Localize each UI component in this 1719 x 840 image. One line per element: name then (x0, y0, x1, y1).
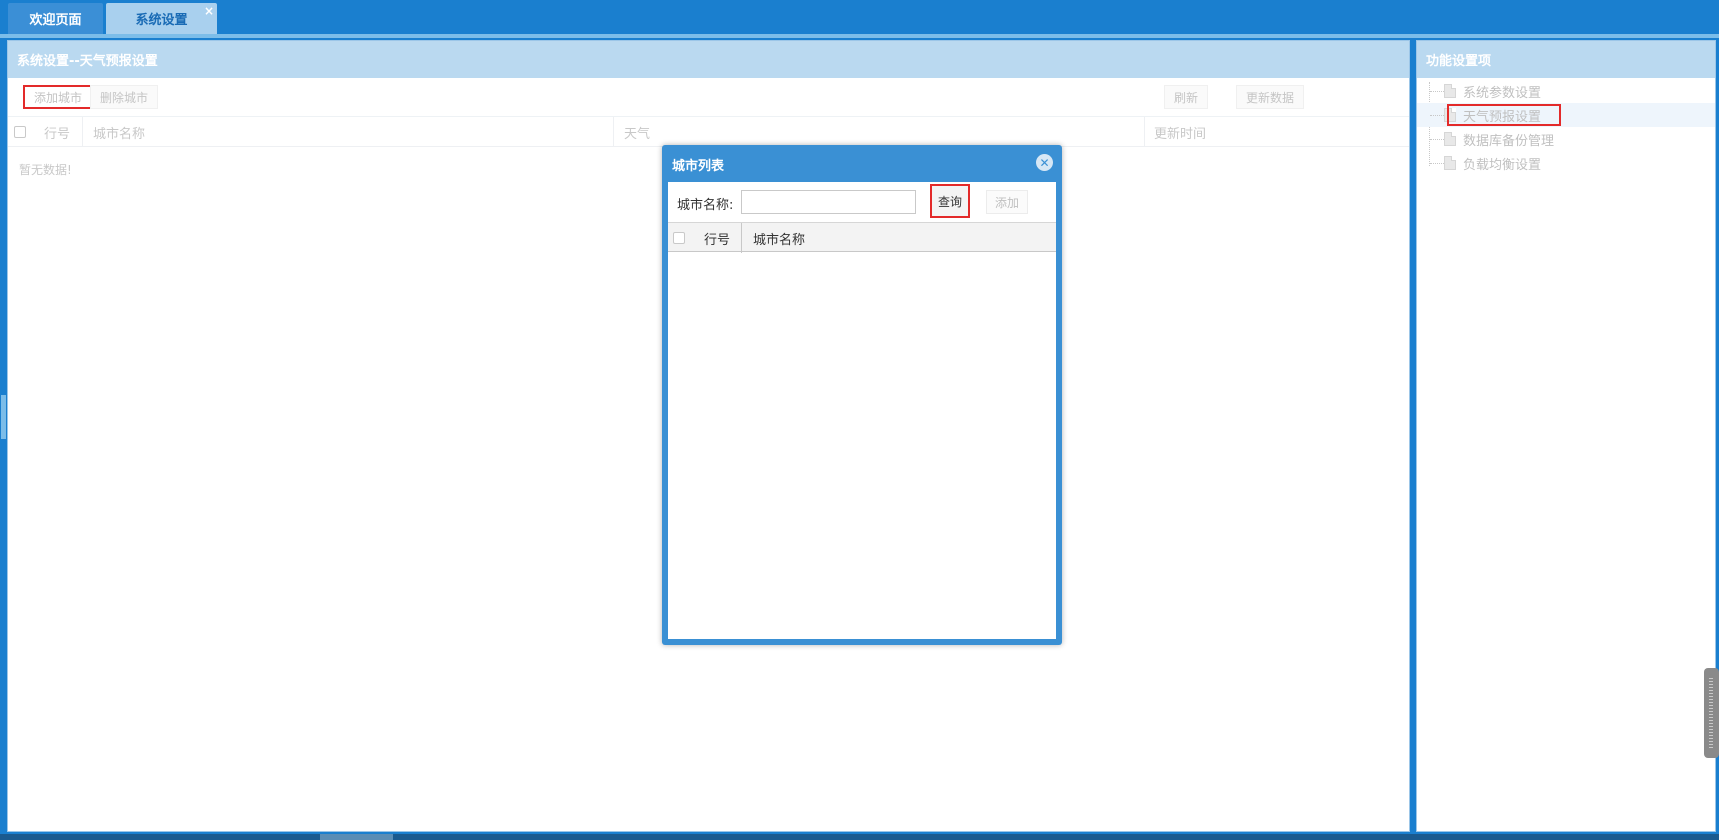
grid-header: 行号 城市名称 天气 更新时间 (8, 117, 1409, 147)
update-data-label: 更新数据 (1246, 90, 1295, 105)
dialog-body: 城市名称: 查询 添加 行号 城市名称 (668, 182, 1056, 639)
tree-branch-line (1430, 91, 1444, 92)
checkbox-icon (673, 232, 685, 244)
dialog-column-header-row-number[interactable]: 行号 (704, 223, 730, 253)
query-button-label: 查询 (937, 194, 962, 209)
tree-item-label: 负载均衡设置 (1463, 157, 1542, 173)
query-button[interactable]: 查询 (930, 184, 970, 218)
column-divider (1144, 117, 1145, 147)
highlight-box (1447, 104, 1561, 126)
tabbar-divider (0, 34, 1719, 38)
bottom-scrollbar (0, 834, 1719, 840)
add-city-label: 添加城市 (34, 90, 83, 105)
column-header-weather[interactable]: 天气 (624, 117, 650, 147)
city-list-dialog: 城市列表 ✕ 城市名称: 查询 添加 行号 城市名称 (662, 145, 1062, 645)
tab-close-icon[interactable]: × (204, 4, 214, 18)
add-button[interactable]: 添加 (986, 190, 1028, 214)
tree-item-label: 系统参数设置 (1463, 85, 1542, 101)
tree-item-system-params[interactable]: 系统参数设置 (1417, 79, 1715, 103)
tree-item-weather-settings[interactable]: 天气预报设置 (1417, 103, 1715, 127)
delete-city-button[interactable]: 删除城市 (90, 85, 159, 109)
column-header-row-number[interactable]: 行号 (44, 117, 70, 147)
select-all-checkbox[interactable] (14, 117, 26, 147)
refresh-label: 刷新 (1174, 90, 1199, 105)
empty-state-text: 暂无数据! (19, 163, 72, 177)
panel-title: 系统设置--天气预报设置 (8, 41, 1409, 78)
column-divider (741, 223, 742, 253)
dialog-title: 城市列表 (672, 159, 725, 174)
tree-item-db-backup[interactable]: 数据库备份管理 (1417, 127, 1715, 151)
document-icon (1444, 132, 1456, 146)
tree-item-label: 数据库备份管理 (1463, 133, 1555, 149)
column-header-city-name[interactable]: 城市名称 (93, 117, 145, 147)
column-divider (82, 117, 83, 147)
toolbar: 添加城市 删除城市 刷新 更新数据 (8, 78, 1409, 117)
tree-branch-line (1430, 163, 1444, 164)
dialog-grid-header: 行号 城市名称 (668, 222, 1056, 253)
delete-city-label: 删除城市 (100, 90, 149, 105)
tab-welcome[interactable]: 欢迎页面 (8, 3, 103, 34)
side-panel-title: 功能设置项 (1417, 41, 1715, 78)
city-name-input[interactable] (741, 190, 916, 214)
document-icon (1444, 156, 1456, 170)
checkbox-icon (14, 126, 26, 138)
column-divider (613, 117, 614, 147)
update-data-button[interactable]: 更新数据 (1236, 85, 1305, 109)
side-scroll-handle[interactable] (1704, 668, 1719, 758)
tree-item-load-balance[interactable]: 负载均衡设置 (1417, 151, 1715, 175)
document-icon (1444, 84, 1456, 98)
splitter-handle[interactable] (1, 395, 6, 439)
tree-branch-line (1430, 139, 1444, 140)
close-icon[interactable]: ✕ (1036, 154, 1053, 171)
column-header-update-time[interactable]: 更新时间 (1154, 117, 1206, 147)
add-button-label: 添加 (994, 195, 1019, 210)
tree-branch-line (1430, 115, 1444, 116)
tab-welcome-label: 欢迎页面 (29, 13, 82, 28)
tab-bar: 欢迎页面 系统设置 × (0, 0, 1719, 38)
feature-settings-panel: 功能设置项 系统参数设置 天气预报设置 数据库备份管理 负载均衡设置 (1416, 40, 1716, 832)
refresh-button[interactable]: 刷新 (1164, 85, 1209, 109)
tab-system-settings[interactable]: 系统设置 × (106, 3, 217, 34)
bottom-scrollbar-thumb[interactable] (320, 834, 393, 840)
city-name-label: 城市名称: (677, 198, 734, 213)
dialog-search-bar: 城市名称: 查询 添加 (668, 182, 1056, 220)
add-city-button[interactable]: 添加城市 (23, 85, 94, 109)
tab-system-settings-label: 系统设置 (135, 13, 188, 28)
dialog-select-all-checkbox[interactable] (673, 223, 685, 253)
dialog-column-header-city-name[interactable]: 城市名称 (753, 223, 805, 253)
